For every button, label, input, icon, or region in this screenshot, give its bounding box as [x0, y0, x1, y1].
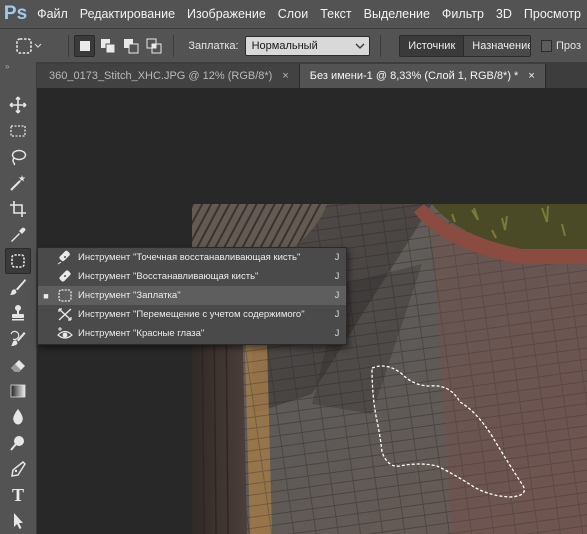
eraser-icon — [11, 360, 25, 372]
crop-tool[interactable] — [5, 196, 31, 222]
red-eye-icon — [57, 327, 73, 339]
pen-tool[interactable] — [5, 456, 31, 482]
patch-mode-label: Заплатка: — [188, 39, 239, 52]
destination-button[interactable]: Назначение — [463, 35, 530, 56]
options-bar: Заплатка: Нормальный Источник Назначение… — [0, 28, 587, 62]
chevron-down-icon — [355, 43, 365, 49]
flyout-item-shortcut: J — [334, 309, 340, 320]
patch-tool[interactable] — [5, 248, 31, 274]
menu-bar: Ps Файл Редактирование Изображение Слои … — [0, 0, 587, 28]
menu-filter[interactable]: Фильтр — [436, 7, 490, 21]
photoshop-logo: Ps — [3, 3, 28, 24]
patch-mode-value: Нормальный — [251, 39, 318, 52]
collapse-toolbar-icon[interactable]: » — [0, 62, 36, 72]
move-icon — [9, 96, 27, 114]
add-to-selection-button[interactable] — [98, 35, 118, 57]
flyout-bullet: ■ — [43, 290, 49, 301]
document-tabs: 360_0173_Stitch_XHC.JPG @ 12% (RGB/8*) ×… — [37, 62, 587, 88]
brush-icon — [10, 279, 26, 295]
patch-icon — [58, 289, 72, 302]
healing-brush-icon — [59, 270, 71, 282]
type-icon: T — [11, 484, 24, 505]
source-destination-toggle: Источник Назначение — [399, 34, 531, 57]
flyout-item-shortcut: J — [334, 290, 340, 301]
history-brush-tool[interactable] — [5, 326, 31, 352]
marquee-tool[interactable] — [5, 118, 31, 144]
tools-panel: » T — [0, 62, 37, 534]
type-tool[interactable]: T — [5, 482, 31, 508]
patch-icon — [11, 254, 25, 268]
subtract-selection-icon — [124, 38, 139, 53]
menu-edit[interactable]: Редактирование — [74, 7, 181, 21]
tab-document-2[interactable]: Без имени-1 @ 8,33% (Слой 1, RGB/8*) * × — [299, 64, 546, 88]
magic-wand-icon — [10, 175, 26, 191]
crop-icon — [10, 201, 26, 217]
menu-type[interactable]: Текст — [314, 7, 357, 21]
separator — [67, 34, 69, 57]
close-icon[interactable]: × — [528, 70, 534, 82]
dodge-tool[interactable] — [5, 430, 31, 456]
menu-layers[interactable]: Слои — [272, 7, 314, 21]
move-tool[interactable] — [5, 92, 31, 118]
flyout-item-patch[interactable]: ■ Инструмент "Заплатка" J — [38, 286, 346, 305]
tool-preset-picker[interactable] — [12, 33, 62, 59]
blur-icon — [13, 409, 23, 425]
flyout-item-spot-healing-brush[interactable]: Инструмент "Точечная восстанавливающая к… — [38, 248, 346, 267]
patch-icon — [16, 37, 42, 54]
separator — [380, 34, 382, 57]
marquee-icon — [10, 125, 26, 137]
close-icon[interactable]: × — [282, 70, 288, 82]
flyout-item-content-aware-move[interactable]: Инструмент "Перемещение с учетом содержи… — [38, 305, 346, 324]
new-selection-icon — [79, 40, 90, 51]
stamp-icon — [12, 305, 24, 321]
path-selection-tool[interactable] — [5, 508, 31, 534]
magic-wand-tool[interactable] — [5, 170, 31, 196]
menu-3d[interactable]: 3D — [490, 7, 518, 21]
subtract-from-selection-button[interactable] — [121, 35, 141, 57]
eraser-tool[interactable] — [5, 352, 31, 378]
flyout-item-label: Инструмент "Красные глаза" — [78, 328, 205, 339]
tab-document-1[interactable]: 360_0173_Stitch_XHC.JPG @ 12% (RGB/8*) × — [37, 64, 300, 88]
flyout-item-healing-brush[interactable]: Инструмент "Восстанавливающая кисть" J — [38, 267, 346, 286]
brush-tool[interactable] — [5, 274, 31, 300]
flyout-item-label: Инструмент "Заплатка" — [78, 290, 181, 301]
pen-icon — [11, 460, 26, 477]
transparent-label: Проз — [555, 39, 581, 52]
intersect-selection-icon — [146, 38, 162, 53]
blur-tool[interactable] — [5, 404, 31, 430]
separator — [173, 34, 175, 57]
flyout-item-label: Инструмент "Восстанавливающая кисть" — [78, 271, 259, 282]
content-aware-move-icon — [58, 308, 72, 321]
new-selection-button[interactable] — [74, 34, 95, 57]
flyout-item-shortcut: J — [334, 271, 340, 282]
clone-stamp-tool[interactable] — [5, 300, 31, 326]
tab-label: Без имени-1 @ 8,33% (Слой 1, RGB/8*) * — [309, 70, 519, 82]
path-selection-icon — [14, 513, 23, 529]
flyout-item-label: Инструмент "Перемещение с учетом содержи… — [78, 309, 305, 320]
eyedropper-icon — [11, 227, 26, 242]
intersect-selection-button[interactable] — [144, 35, 164, 57]
dodge-icon — [10, 436, 24, 451]
lasso-icon — [11, 149, 27, 166]
menu-image[interactable]: Изображение — [181, 7, 272, 21]
source-button[interactable]: Источник — [400, 35, 464, 56]
eyedropper-tool[interactable] — [5, 222, 31, 248]
transparent-checkbox[interactable] — [540, 39, 552, 52]
gradient-tool[interactable] — [5, 378, 31, 404]
tab-label: 360_0173_Stitch_XHC.JPG @ 12% (RGB/8*) — [49, 70, 273, 82]
history-brush-icon — [10, 330, 26, 346]
gradient-icon — [10, 384, 26, 398]
flyout-item-shortcut: J — [334, 328, 340, 339]
flyout-item-label: Инструмент "Точечная восстанавливающая к… — [78, 252, 301, 263]
menu-view[interactable]: Просмотр — [518, 7, 587, 21]
patch-mode-select[interactable]: Нормальный — [244, 35, 371, 56]
add-selection-icon — [100, 38, 116, 53]
lasso-tool[interactable] — [5, 144, 31, 170]
healing-tools-flyout: Инструмент "Точечная восстанавливающая к… — [37, 247, 347, 345]
flyout-item-shortcut: J — [334, 252, 340, 263]
menu-file[interactable]: Файл — [31, 7, 74, 21]
flyout-item-red-eye[interactable]: Инструмент "Красные глаза" J — [38, 324, 346, 343]
spot-healing-brush-icon — [57, 250, 70, 265]
menu-select[interactable]: Выделение — [358, 7, 436, 21]
